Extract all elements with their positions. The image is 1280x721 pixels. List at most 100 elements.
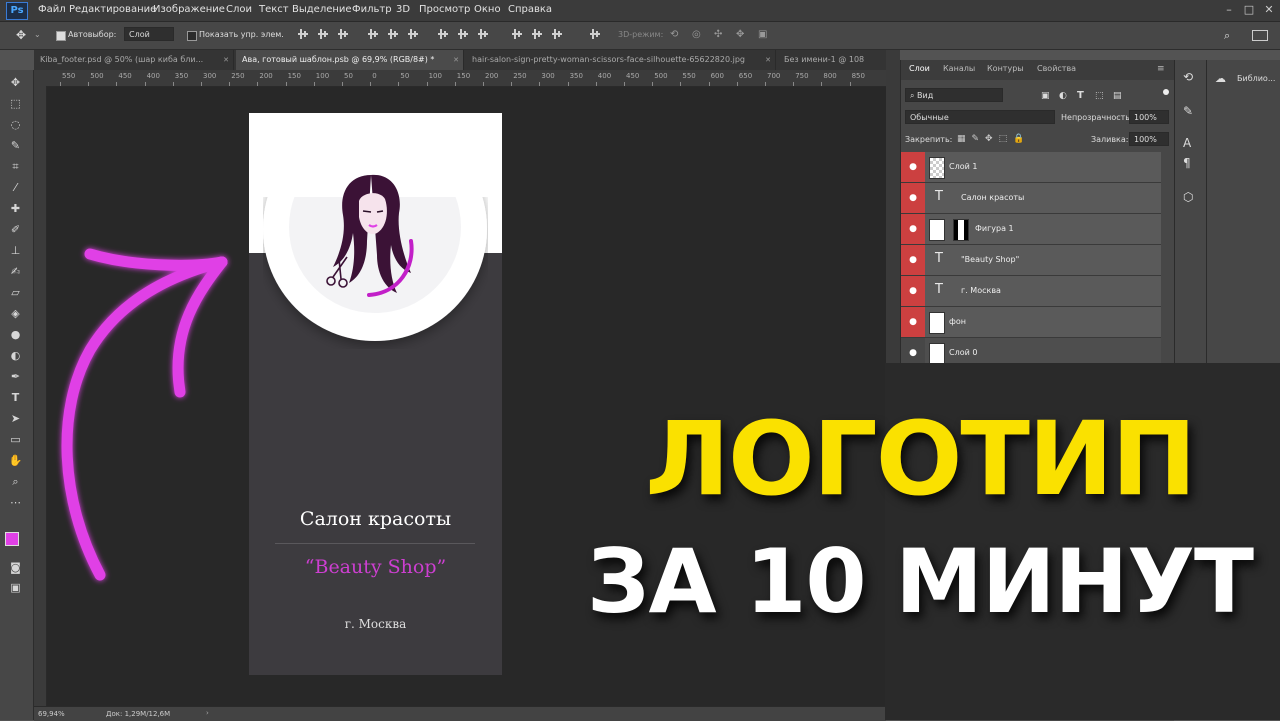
layer-row[interactable]: ● T "Beauty Shop" <box>901 245 1161 276</box>
fill-input[interactable]: 100% <box>1129 132 1169 146</box>
filter-toggle[interactable] <box>1163 89 1169 95</box>
opacity-input[interactable]: 100% <box>1129 110 1169 124</box>
autoselect-dropdown[interactable]: Слой <box>124 27 174 41</box>
filter-text-icon[interactable]: T <box>1077 90 1084 101</box>
type-tool-icon[interactable]: T <box>8 390 23 405</box>
workspace-icon[interactable] <box>1252 30 1268 41</box>
libraries-label[interactable]: Библио... <box>1237 74 1275 83</box>
distribute-top-icon[interactable] <box>438 29 448 39</box>
menu-item[interactable]: Изображение <box>153 4 225 15</box>
eye-icon[interactable]: ● <box>901 245 925 275</box>
menu-item[interactable]: Окно <box>474 4 501 15</box>
stamp-tool-icon[interactable]: ⊥ <box>8 243 23 258</box>
layer-filter-dropdown[interactable]: ⌕ Вид <box>905 88 1003 102</box>
menu-item[interactable]: Редактирование <box>69 4 156 15</box>
document-tab[interactable]: Без имени-1 @ 108✕ <box>778 50 896 70</box>
tool-preset-chevron-icon[interactable]: ⌄ <box>34 30 41 39</box>
panel-menu-icon[interactable]: ≡ <box>1157 64 1165 74</box>
filter-pixel-icon[interactable]: ▣ <box>1041 91 1050 101</box>
document-tab[interactable]: Kiba_footer.psd @ 50% (шар киба бли... ✕ <box>34 50 234 70</box>
brush-tool-icon[interactable]: ✐ <box>8 222 23 237</box>
menu-item[interactable]: Справка <box>508 4 552 15</box>
pen-tool-icon[interactable]: ✒ <box>8 369 23 384</box>
distribute-hcenter-icon[interactable] <box>532 29 542 39</box>
eye-icon[interactable]: ● <box>901 307 925 337</box>
document-tab[interactable]: hair-salon-sign-pretty-woman-scissors-fa… <box>466 50 776 70</box>
auto-align-icon[interactable] <box>590 29 600 39</box>
close-tab-icon[interactable]: ✕ <box>223 50 229 70</box>
marquee-tool-icon[interactable]: ⬚ <box>8 96 23 111</box>
close-icon[interactable]: ✕ <box>1262 3 1276 17</box>
3d-rotate-icon[interactable]: ⟲ <box>670 29 680 40</box>
distribute-right-icon[interactable] <box>552 29 562 39</box>
eye-icon[interactable]: ● <box>901 276 925 306</box>
filter-smart-icon[interactable]: ▤ <box>1113 91 1122 101</box>
layer-row[interactable]: ● фон <box>901 307 1161 338</box>
character-panel-icon[interactable]: A <box>1183 136 1191 150</box>
eye-icon[interactable]: ● <box>901 214 925 244</box>
search-icon[interactable]: ⌕ <box>1224 29 1234 42</box>
eye-icon[interactable]: ● <box>901 152 925 182</box>
document-tab[interactable]: Ава, готовый шаблон.psb @ 69,9% (RGB/8#)… <box>236 50 464 70</box>
3d-panel-icon[interactable]: ⬡ <box>1183 190 1193 204</box>
autoselect-checkbox[interactable] <box>56 31 66 41</box>
filter-adjust-icon[interactable]: ◐ <box>1059 91 1067 101</box>
bucket-tool-icon[interactable]: ◈ <box>8 306 23 321</box>
status-menu-icon[interactable]: › <box>206 709 209 717</box>
align-top-icon[interactable] <box>298 29 308 39</box>
close-tab-icon[interactable]: ✕ <box>453 50 459 70</box>
align-right-icon[interactable] <box>408 29 418 39</box>
move-tool-icon[interactable]: ✥ <box>8 75 23 90</box>
shape-tool-icon[interactable]: ▭ <box>8 432 23 447</box>
quick-select-tool-icon[interactable]: ✎ <box>8 138 23 153</box>
dodge-tool-icon[interactable]: ◐ <box>8 348 23 363</box>
close-tab-icon[interactable]: ✕ <box>765 50 771 70</box>
menu-item[interactable]: Выделение <box>292 4 352 15</box>
menu-item[interactable]: Фильтр <box>352 4 392 15</box>
more-tools-icon[interactable]: ⋯ <box>8 495 23 510</box>
menu-item[interactable]: Текст <box>259 4 289 15</box>
3d-scale-icon[interactable]: ▣ <box>758 29 768 40</box>
history-panel-icon[interactable]: ⟲ <box>1183 70 1193 84</box>
foreground-color-swatch[interactable] <box>5 532 19 546</box>
menu-item[interactable]: 3D <box>396 4 410 15</box>
panel-tab[interactable]: Свойства <box>1037 64 1076 73</box>
3d-slide-icon[interactable]: ✥ <box>736 29 746 40</box>
3d-roll-icon[interactable]: ◎ <box>692 29 702 40</box>
distribute-vcenter-icon[interactable] <box>458 29 468 39</box>
menu-item[interactable]: Слои <box>226 4 252 15</box>
screen-mode-icon[interactable]: ▣ <box>8 580 23 595</box>
lasso-tool-icon[interactable]: ◌ <box>8 117 23 132</box>
crop-tool-icon[interactable]: ⌗ <box>8 159 23 174</box>
panel-tab[interactable]: Контуры <box>987 64 1024 73</box>
paragraph-panel-icon[interactable]: ¶ <box>1183 156 1191 170</box>
layer-row[interactable]: ● Tг. Москва <box>901 276 1161 307</box>
libraries-icon[interactable]: ☁ <box>1215 72 1226 85</box>
path-select-tool-icon[interactable]: ➤ <box>8 411 23 426</box>
panel-tab[interactable]: Каналы <box>943 64 975 73</box>
show-controls-checkbox[interactable] <box>187 31 197 41</box>
minimize-icon[interactable]: – <box>1222 3 1236 17</box>
move-tool-icon[interactable]: ✥ <box>16 28 30 42</box>
maximize-icon[interactable]: □ <box>1242 3 1256 17</box>
layer-row[interactable]: ● Фигура 1 <box>901 214 1161 245</box>
panel-tab[interactable]: Слои <box>909 64 930 73</box>
eraser-tool-icon[interactable]: ▱ <box>8 285 23 300</box>
history-brush-icon[interactable]: ✍ <box>8 264 23 279</box>
healing-tool-icon[interactable]: ✚ <box>8 201 23 216</box>
eyedropper-tool-icon[interactable]: ⁄ <box>8 180 23 195</box>
3d-drag-icon[interactable]: ✣ <box>714 29 724 40</box>
hand-tool-icon[interactable]: ✋ <box>8 453 23 468</box>
menu-item[interactable]: Файл <box>38 4 66 15</box>
zoom-tool-icon[interactable]: ⌕ <box>8 474 23 489</box>
align-vcenter-icon[interactable] <box>318 29 328 39</box>
lock-icons[interactable]: ▦✎✥⬚🔒 <box>957 134 1030 144</box>
distribute-left-icon[interactable] <box>512 29 522 39</box>
filter-shape-icon[interactable]: ⬚ <box>1095 91 1104 101</box>
blend-mode-dropdown[interactable]: Обычные <box>905 110 1055 124</box>
align-left-icon[interactable] <box>368 29 378 39</box>
zoom-level[interactable]: 69,94% <box>38 710 65 718</box>
align-bottom-icon[interactable] <box>338 29 348 39</box>
eye-icon[interactable]: ● <box>901 183 925 213</box>
brushes-panel-icon[interactable]: ✎ <box>1183 104 1193 118</box>
